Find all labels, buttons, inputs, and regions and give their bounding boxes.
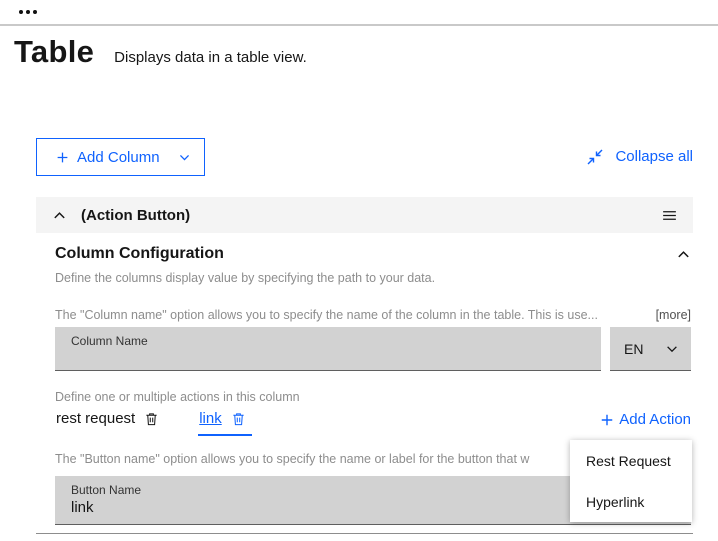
column-name-label: Column Name — [71, 334, 585, 348]
panel-header: (Action Button) — [36, 197, 693, 233]
more-link[interactable]: [more] — [656, 308, 691, 322]
drag-handle-icon — [661, 207, 678, 224]
column-name-input[interactable] — [71, 350, 585, 367]
action-tab-label: link — [199, 410, 222, 427]
config-title-row: Column Configuration — [55, 245, 691, 263]
collapse-all-button[interactable]: Collapse all — [587, 148, 693, 165]
add-column-label: Add Column — [77, 149, 160, 166]
page-subtitle: Displays data in a table view. — [114, 49, 307, 66]
action-tab-rest-request[interactable]: rest request — [55, 406, 165, 434]
chevron-down-icon — [178, 151, 191, 164]
column-name-row: Column Name EN — [55, 327, 691, 371]
column-name-help-row: The "Column name" option allows you to s… — [55, 308, 691, 322]
add-action-menu: Rest Request Hyperlink — [570, 440, 692, 522]
collapse-all-label: Collapse all — [615, 148, 693, 165]
collapse-icon — [587, 149, 603, 165]
trash-icon — [231, 411, 246, 427]
overflow-dot — [19, 10, 23, 14]
trash-icon — [144, 411, 159, 427]
delete-action-button[interactable] — [144, 411, 159, 427]
actions-help: Define one or multiple actions in this c… — [55, 390, 300, 404]
top-bar — [0, 0, 718, 26]
collapse-panel-button[interactable] — [52, 208, 67, 223]
add-action-label: Add Action — [619, 411, 691, 428]
column-name-help: The "Column name" option allows you to s… — [55, 308, 648, 322]
plus-icon — [56, 151, 69, 164]
chevron-up-icon — [52, 208, 67, 223]
add-column-button[interactable]: Add Column — [36, 138, 205, 176]
column-name-field[interactable]: Column Name — [55, 327, 601, 371]
overflow-menu-button[interactable] — [17, 3, 39, 21]
page-title: Table — [14, 34, 94, 70]
plus-icon — [600, 413, 614, 427]
chevron-up-icon — [676, 247, 691, 262]
menu-item-rest-request[interactable]: Rest Request — [570, 440, 692, 481]
config-description: Define the columns display value by spec… — [55, 271, 435, 285]
actions-row: rest request link Add Action — [55, 406, 691, 436]
config-section-title: Column Configuration — [55, 245, 224, 263]
next-section-divider — [36, 533, 693, 534]
collapse-config-button[interactable] — [676, 247, 691, 262]
language-value: EN — [624, 341, 643, 357]
delete-action-button[interactable] — [231, 411, 246, 427]
language-dropdown[interactable]: EN — [610, 327, 691, 371]
panel-title: (Action Button) — [81, 207, 190, 224]
page-header: Table Displays data in a table view. — [14, 34, 307, 70]
add-action-button[interactable]: Add Action — [600, 406, 691, 428]
chevron-down-icon — [665, 342, 679, 356]
overflow-dot — [33, 10, 37, 14]
menu-item-hyperlink[interactable]: Hyperlink — [570, 481, 692, 522]
overflow-dot — [26, 10, 30, 14]
action-tab-label: rest request — [56, 410, 135, 427]
action-tab-link[interactable]: link — [198, 406, 252, 436]
drag-handle[interactable] — [661, 207, 678, 224]
